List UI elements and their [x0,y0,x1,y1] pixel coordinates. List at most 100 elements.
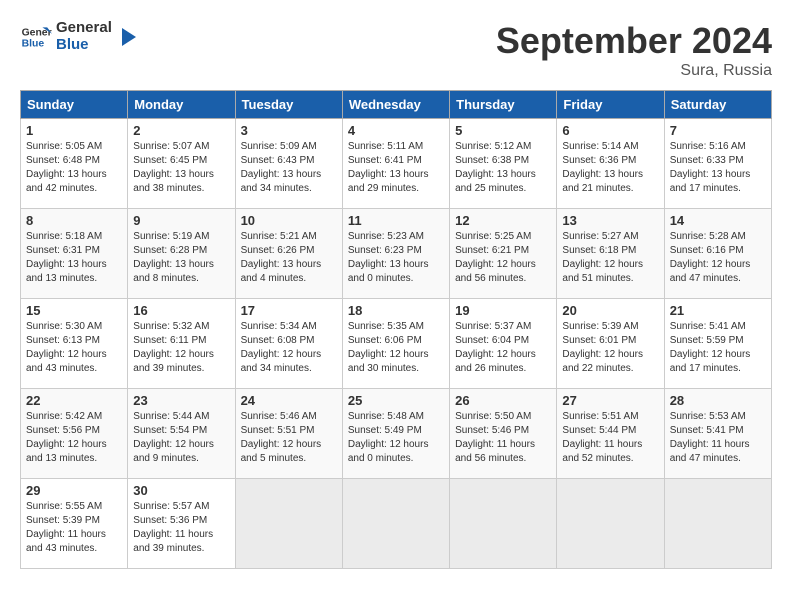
calendar-week-row: 15 Sunrise: 5:30 AM Sunset: 6:13 PM Dayl… [21,299,772,389]
day-info: Sunrise: 5:25 AM Sunset: 6:21 PM Dayligh… [455,230,551,286]
day-info: Sunrise: 5:05 AM Sunset: 6:48 PM Dayligh… [26,140,122,196]
day-cell: 2 Sunrise: 5:07 AM Sunset: 6:45 PM Dayli… [128,119,235,209]
day-info: Sunrise: 5:27 AM Sunset: 6:18 PM Dayligh… [562,230,658,286]
day-info: Sunrise: 5:34 AM Sunset: 6:08 PM Dayligh… [241,320,337,376]
day-cell: 18 Sunrise: 5:35 AM Sunset: 6:06 PM Dayl… [342,299,449,389]
logo-blue: Blue [56,37,112,54]
empty-cell [450,479,557,569]
day-number: 6 [562,123,658,138]
empty-cell [557,479,664,569]
location: Sura, Russia [496,62,772,80]
logo: General Blue General Blue [20,20,138,53]
day-number: 17 [241,303,337,318]
day-cell: 22 Sunrise: 5:42 AM Sunset: 5:56 PM Dayl… [21,389,128,479]
day-info: Sunrise: 5:42 AM Sunset: 5:56 PM Dayligh… [26,410,122,466]
day-number: 12 [455,213,551,228]
day-number: 25 [348,393,444,408]
day-number: 24 [241,393,337,408]
calendar-week-row: 22 Sunrise: 5:42 AM Sunset: 5:56 PM Dayl… [21,389,772,479]
day-info: Sunrise: 5:16 AM Sunset: 6:33 PM Dayligh… [670,140,766,196]
day-number: 7 [670,123,766,138]
day-info: Sunrise: 5:37 AM Sunset: 6:04 PM Dayligh… [455,320,551,376]
col-monday: Monday [128,91,235,119]
day-info: Sunrise: 5:28 AM Sunset: 6:16 PM Dayligh… [670,230,766,286]
day-number: 22 [26,393,122,408]
day-cell: 20 Sunrise: 5:39 AM Sunset: 6:01 PM Dayl… [557,299,664,389]
day-number: 20 [562,303,658,318]
day-cell: 9 Sunrise: 5:19 AM Sunset: 6:28 PM Dayli… [128,209,235,299]
day-number: 11 [348,213,444,228]
day-info: Sunrise: 5:07 AM Sunset: 6:45 PM Dayligh… [133,140,229,196]
day-cell: 28 Sunrise: 5:53 AM Sunset: 5:41 PM Dayl… [664,389,771,479]
empty-cell [342,479,449,569]
day-cell: 1 Sunrise: 5:05 AM Sunset: 6:48 PM Dayli… [21,119,128,209]
day-info: Sunrise: 5:53 AM Sunset: 5:41 PM Dayligh… [670,410,766,466]
day-info: Sunrise: 5:32 AM Sunset: 6:11 PM Dayligh… [133,320,229,376]
day-cell: 8 Sunrise: 5:18 AM Sunset: 6:31 PM Dayli… [21,209,128,299]
logo-icon: General Blue [20,21,52,53]
day-info: Sunrise: 5:11 AM Sunset: 6:41 PM Dayligh… [348,140,444,196]
day-cell: 30 Sunrise: 5:57 AM Sunset: 5:36 PM Dayl… [128,479,235,569]
day-cell: 14 Sunrise: 5:28 AM Sunset: 6:16 PM Dayl… [664,209,771,299]
calendar-table: Sunday Monday Tuesday Wednesday Thursday… [20,90,772,569]
day-cell: 10 Sunrise: 5:21 AM Sunset: 6:26 PM Dayl… [235,209,342,299]
empty-cell [235,479,342,569]
calendar-week-row: 8 Sunrise: 5:18 AM Sunset: 6:31 PM Dayli… [21,209,772,299]
day-cell: 24 Sunrise: 5:46 AM Sunset: 5:51 PM Dayl… [235,389,342,479]
day-number: 21 [670,303,766,318]
day-cell: 11 Sunrise: 5:23 AM Sunset: 6:23 PM Dayl… [342,209,449,299]
day-cell: 17 Sunrise: 5:34 AM Sunset: 6:08 PM Dayl… [235,299,342,389]
day-number: 30 [133,483,229,498]
day-number: 8 [26,213,122,228]
col-friday: Friday [557,91,664,119]
day-cell: 27 Sunrise: 5:51 AM Sunset: 5:44 PM Dayl… [557,389,664,479]
day-number: 14 [670,213,766,228]
calendar-week-row: 1 Sunrise: 5:05 AM Sunset: 6:48 PM Dayli… [21,119,772,209]
day-number: 15 [26,303,122,318]
header-row: Sunday Monday Tuesday Wednesday Thursday… [21,91,772,119]
day-cell: 13 Sunrise: 5:27 AM Sunset: 6:18 PM Dayl… [557,209,664,299]
day-cell: 12 Sunrise: 5:25 AM Sunset: 6:21 PM Dayl… [450,209,557,299]
logo-general: General [56,20,112,37]
day-info: Sunrise: 5:09 AM Sunset: 6:43 PM Dayligh… [241,140,337,196]
title-block: September 2024 Sura, Russia [496,20,772,80]
day-number: 4 [348,123,444,138]
day-info: Sunrise: 5:57 AM Sunset: 5:36 PM Dayligh… [133,500,229,556]
day-cell: 15 Sunrise: 5:30 AM Sunset: 6:13 PM Dayl… [21,299,128,389]
day-cell: 16 Sunrise: 5:32 AM Sunset: 6:11 PM Dayl… [128,299,235,389]
day-cell: 29 Sunrise: 5:55 AM Sunset: 5:39 PM Dayl… [21,479,128,569]
day-info: Sunrise: 5:30 AM Sunset: 6:13 PM Dayligh… [26,320,122,376]
day-cell: 21 Sunrise: 5:41 AM Sunset: 5:59 PM Dayl… [664,299,771,389]
col-tuesday: Tuesday [235,91,342,119]
col-sunday: Sunday [21,91,128,119]
day-number: 23 [133,393,229,408]
day-cell: 6 Sunrise: 5:14 AM Sunset: 6:36 PM Dayli… [557,119,664,209]
day-cell: 3 Sunrise: 5:09 AM Sunset: 6:43 PM Dayli… [235,119,342,209]
day-number: 2 [133,123,229,138]
day-cell: 19 Sunrise: 5:37 AM Sunset: 6:04 PM Dayl… [450,299,557,389]
day-info: Sunrise: 5:18 AM Sunset: 6:31 PM Dayligh… [26,230,122,286]
day-number: 5 [455,123,551,138]
day-cell: 5 Sunrise: 5:12 AM Sunset: 6:38 PM Dayli… [450,119,557,209]
day-info: Sunrise: 5:55 AM Sunset: 5:39 PM Dayligh… [26,500,122,556]
calendar-week-row: 29 Sunrise: 5:55 AM Sunset: 5:39 PM Dayl… [21,479,772,569]
day-info: Sunrise: 5:14 AM Sunset: 6:36 PM Dayligh… [562,140,658,196]
day-info: Sunrise: 5:19 AM Sunset: 6:28 PM Dayligh… [133,230,229,286]
day-number: 29 [26,483,122,498]
day-number: 10 [241,213,337,228]
day-info: Sunrise: 5:41 AM Sunset: 5:59 PM Dayligh… [670,320,766,376]
day-number: 18 [348,303,444,318]
day-cell: 26 Sunrise: 5:50 AM Sunset: 5:46 PM Dayl… [450,389,557,479]
day-info: Sunrise: 5:51 AM Sunset: 5:44 PM Dayligh… [562,410,658,466]
day-info: Sunrise: 5:39 AM Sunset: 6:01 PM Dayligh… [562,320,658,376]
day-info: Sunrise: 5:23 AM Sunset: 6:23 PM Dayligh… [348,230,444,286]
day-info: Sunrise: 5:12 AM Sunset: 6:38 PM Dayligh… [455,140,551,196]
day-number: 9 [133,213,229,228]
day-info: Sunrise: 5:35 AM Sunset: 6:06 PM Dayligh… [348,320,444,376]
day-info: Sunrise: 5:44 AM Sunset: 5:54 PM Dayligh… [133,410,229,466]
empty-cell [664,479,771,569]
day-cell: 25 Sunrise: 5:48 AM Sunset: 5:49 PM Dayl… [342,389,449,479]
day-number: 19 [455,303,551,318]
day-number: 27 [562,393,658,408]
day-info: Sunrise: 5:50 AM Sunset: 5:46 PM Dayligh… [455,410,551,466]
